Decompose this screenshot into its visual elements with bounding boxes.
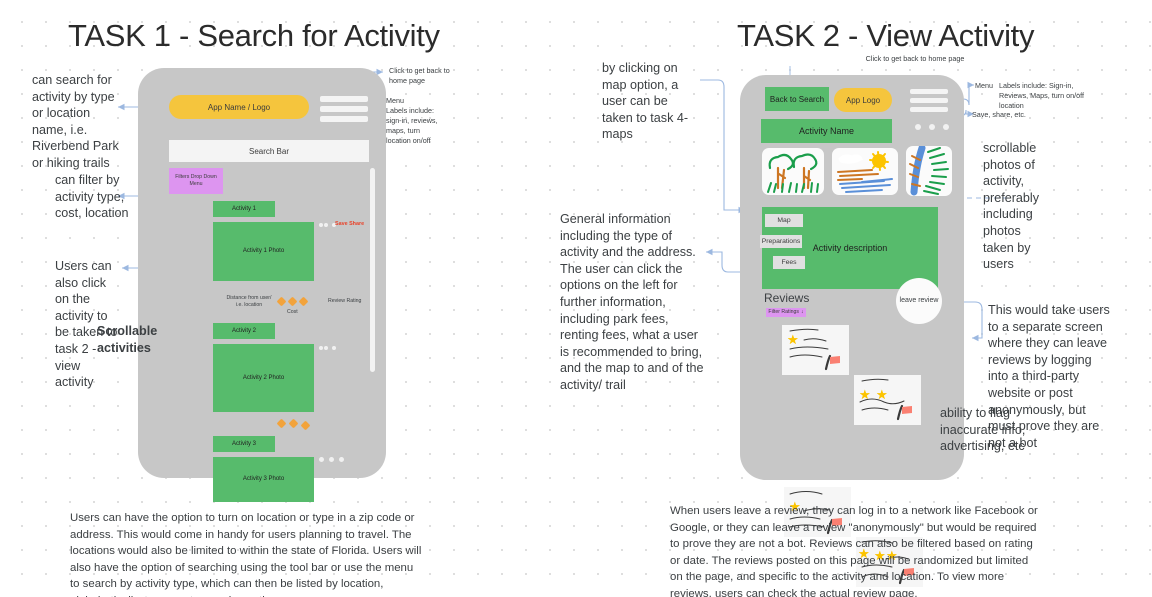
filter-ratings-button[interactable]: Filter Ratings ↓ xyxy=(766,308,806,317)
activity-3-name[interactable]: Activity 3 xyxy=(213,436,275,452)
annotation-flag-note: ability to flag inaccurate info, adverti… xyxy=(940,406,1026,454)
app-logo-button[interactable]: App Name / Logo xyxy=(169,95,309,119)
task1-phone-frame: App Name / Logo Search Bar Filters Drop … xyxy=(138,68,386,502)
filter-ratings-label: Filter Ratings xyxy=(768,308,799,315)
overflow-dots-task2[interactable] xyxy=(915,124,949,130)
star-icon: ★ xyxy=(787,332,799,347)
tab-fees[interactable]: Fees xyxy=(773,256,805,269)
annotation-menu-note-task1: Menu Labels include: sign-in, reviews, m… xyxy=(386,96,438,146)
annotation-menu-label: Menu xyxy=(975,81,993,90)
activity-1-rating-diamonds xyxy=(276,296,309,307)
activity-1-dots[interactable] xyxy=(319,223,336,227)
review-card[interactable]: ★ xyxy=(782,325,849,375)
menu-icon-task2[interactable] xyxy=(910,89,948,112)
task1-bottom-paragraph: Users can have the option to turn on loc… xyxy=(70,512,422,597)
search-input[interactable]: Search Bar xyxy=(169,140,369,162)
review-rating-label: Review Rating xyxy=(328,298,362,304)
leave-review-button[interactable]: leave review xyxy=(896,278,942,324)
wireframe-canvas: TASK 1 - Search for Activity App Name / … xyxy=(0,0,1152,597)
activity-name-banner[interactable]: Activity Name xyxy=(761,119,892,143)
annotation-home-page-note-task2: Click to get back to home page xyxy=(865,54,965,63)
chevron-down-icon: ↓ xyxy=(800,308,804,315)
activity-1-name[interactable]: Activity 1 xyxy=(213,201,275,217)
activity-3-dots[interactable] xyxy=(319,457,344,462)
activity-photo-1[interactable] xyxy=(762,148,824,195)
tab-map[interactable]: Map xyxy=(765,214,803,227)
tab-preparations[interactable]: Preparations xyxy=(760,235,802,248)
task2-bottom-paragraph: When users leave a review, they can log … xyxy=(670,505,1038,597)
save-share-label[interactable]: Save Share xyxy=(335,221,364,227)
star-icon: ★ xyxy=(859,387,871,402)
distance-from-user-label: Distance from user/ i.e. location xyxy=(226,295,272,309)
activity-2-dots[interactable] xyxy=(319,346,336,350)
reviews-heading: Reviews xyxy=(764,291,810,305)
annotation-filter-note: can filter by activity type, cost, locat… xyxy=(55,173,129,221)
annotation-map-option-note: by clicking on map option, a user can be… xyxy=(602,61,689,142)
activity-1-photo[interactable]: Activity 1 Photo xyxy=(213,222,314,281)
cost-label: Cost xyxy=(287,309,298,315)
task2-phone-frame: Back to Search App Logo Activity Name Ac… xyxy=(740,75,964,587)
back-to-search-button[interactable]: Back to Search xyxy=(765,87,829,111)
annotation-menu-note-task2: Labels include: Sign-in, Reviews, Maps, … xyxy=(999,81,1084,111)
app-logo-button-task2[interactable]: App Logo xyxy=(834,88,892,112)
activity-photo-2[interactable] xyxy=(832,148,898,195)
vertical-scrollbar[interactable] xyxy=(370,168,375,372)
annotation-search-note: can search for activity by type or locat… xyxy=(32,73,119,171)
review-card[interactable]: ★ ★ xyxy=(854,375,921,425)
filters-dropdown[interactable]: Filters Drop Down Menu xyxy=(169,168,223,194)
annotation-photos-note: scrollable photos of activity, preferabl… xyxy=(983,141,1040,272)
annotation-general-info-note: General information including the type o… xyxy=(560,212,704,393)
menu-icon[interactable] xyxy=(320,96,368,122)
star-icon: ★ xyxy=(876,387,888,402)
activity-3-photo[interactable]: Activity 3 Photo xyxy=(213,457,314,502)
activity-2-name[interactable]: Activity 2 xyxy=(213,323,275,339)
annotation-scrollable-note: Scrollable activities xyxy=(97,324,158,355)
activity-photo-3[interactable] xyxy=(906,146,952,196)
activity-2-rating-diamonds xyxy=(276,418,311,431)
annotation-save-share-note: Save, share, etc. xyxy=(972,110,1026,119)
task1-title: TASK 1 - Search for Activity xyxy=(68,18,440,53)
activity-2-photo[interactable]: Activity 2 Photo xyxy=(213,344,314,412)
annotation-home-page-note-task1: Click to get back to home page xyxy=(389,66,450,86)
task2-title: TASK 2 - View Activity xyxy=(737,18,1035,53)
